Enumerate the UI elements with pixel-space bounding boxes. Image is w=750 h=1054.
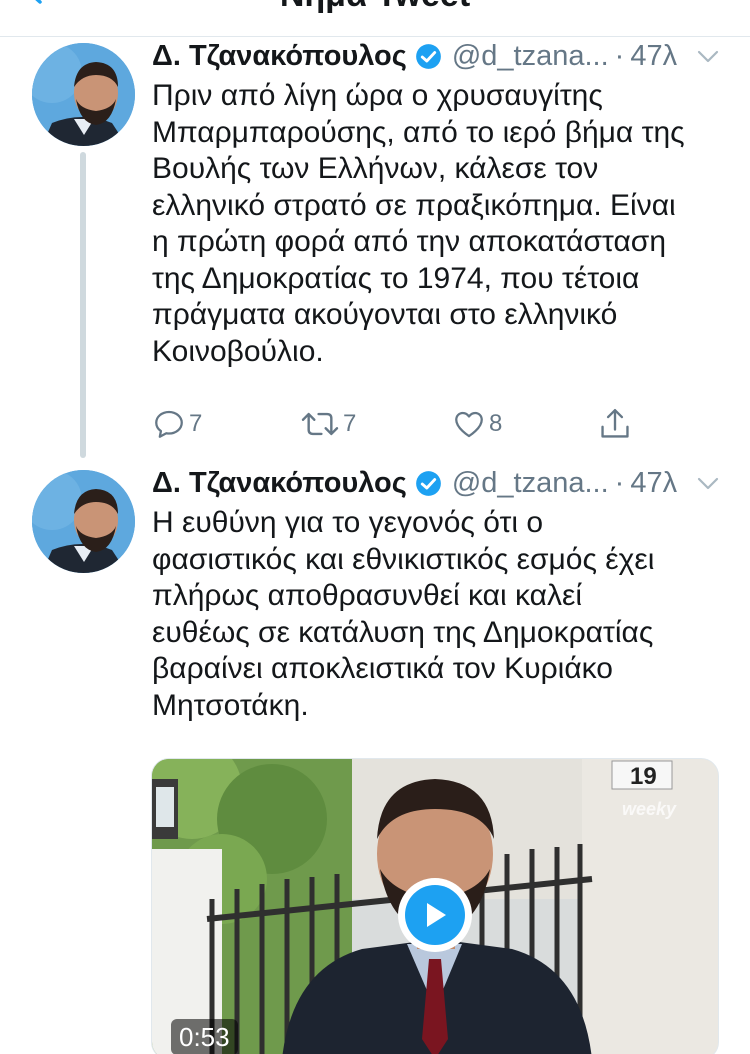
tweet-text-line: πράγματα ακούγονται στο ελληνικό [152,298,618,331]
meta-separator: · [614,467,625,499]
tweet-time: 47λ [630,467,678,499]
channel-watermark: weeky [622,799,677,819]
reply-icon [155,410,183,438]
tweet-time: 47λ [630,40,678,72]
tweet-text-line: Κοινοβούλιο. [152,334,324,368]
tweet-text-line: Η ευθύνη για το γεγονός ότι ο [152,506,544,539]
page-title: Νήμα Tweet [0,0,750,12]
tweet-text-line: πλήρως αποθρασυνθεί και καλεί [152,579,583,612]
author-handle[interactable]: @d_tzana... [452,36,609,76]
tweet-text-line: της Δημοκρατίας το 1974, που τέτοια [152,261,640,295]
share-button[interactable] [598,404,632,444]
top-nav-bar: Νήμα Tweet [0,0,750,37]
verified-badge-icon [415,43,441,69]
tweet-text-line: Μπαρμπαρούσης, από το ιερό βήμα της [152,115,685,149]
tweet-text-line: η πρώτη φορά από την αποκατάσταση [152,225,666,258]
tweet-text: Πριν από λίγη ώρα ο χρυσαυγίτης Μπαρμπαρ… [152,78,728,370]
reply-count: 7 [189,410,203,437]
heart-icon [455,411,483,438]
author-name[interactable]: Δ. Τζανακόπουλος [152,36,407,76]
tweet-text-line: φασιστικός και εθνικιστικός εσμός έχει [152,542,655,576]
video-duration: 0:53 [171,1019,238,1054]
tweet-text: Η ευθύνη για το γεγονός ότι ο φασιστικός… [152,505,728,724]
play-button[interactable] [398,878,472,952]
reply-button[interactable]: 7 [152,404,202,444]
author-name[interactable]: Δ. Τζανακόπουλος [152,463,407,503]
chevron-down-icon[interactable] [696,46,720,66]
tweet-actions: 7 7 8 [152,404,652,444]
tweet-text-line: Μητσοτάκη. [152,688,309,722]
meta-separator: · [614,40,625,72]
tweet-thread-screen: Νήμα Tweet Δ. Τζανακόπουλος @d_tzana... … [0,0,750,1054]
share-icon [601,408,629,438]
play-icon [427,903,446,927]
tweet-text-line: Βουλής των Ελλήνων, κάλεσε τον [152,152,599,185]
verified-badge-icon [415,470,441,496]
chevron-down-icon[interactable] [696,473,720,493]
tweet-text-line: Πριν από λίγη ώρα ο χρυσαυγίτης [152,79,603,112]
like-count: 8 [489,410,503,437]
like-button[interactable]: 8 [452,404,502,444]
tweet-text-line: ευθέως σε κατάλυση της Δημοκρατίας [152,615,654,649]
building-number-plaque: 19 [630,763,657,790]
retweet-icon [301,412,339,436]
retweet-count: 7 [343,410,357,437]
tweet-text-line: βαραίνει αποκλειστικά τον Κυριάκο [152,652,613,685]
tweet-text-line: ελληνικό στρατό σε πραξικόπημα. Είναι [152,188,676,222]
video-player[interactable]: weeky 19 0:53 [151,758,719,1054]
retweet-button[interactable]: 7 [300,404,356,444]
avatar[interactable] [32,470,135,573]
avatar[interactable] [32,43,135,146]
tweet-header: Δ. Τζανακόπουλος @d_tzana... · 47λ [152,36,730,76]
author-handle[interactable]: @d_tzana... [452,463,609,503]
tweet-header: Δ. Τζανακόπουλος @d_tzana... · 47λ [152,463,730,503]
thread-connector-line [80,152,86,458]
